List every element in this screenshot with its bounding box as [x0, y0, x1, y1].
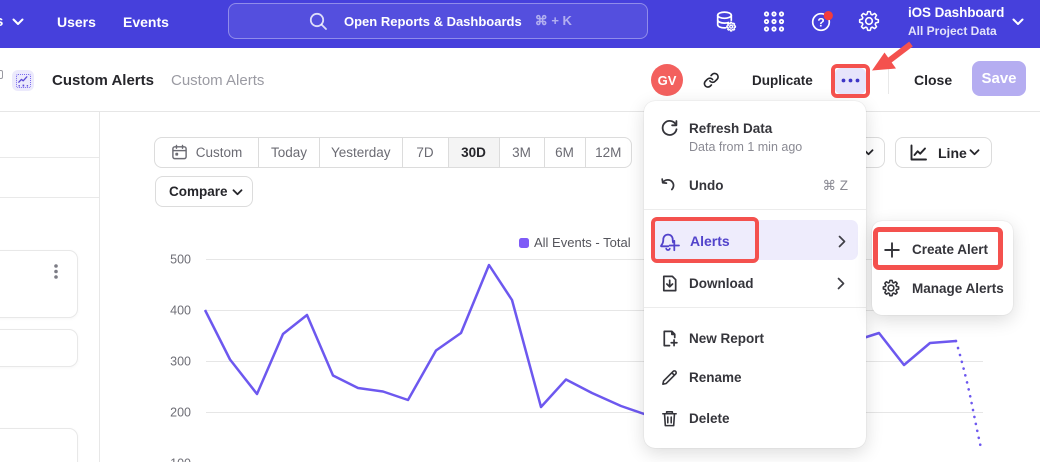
- svg-text:100: 100: [170, 457, 191, 462]
- svg-text:200: 200: [170, 406, 191, 420]
- svg-text:400: 400: [170, 304, 191, 318]
- svg-text:300: 300: [170, 355, 191, 369]
- svg-text:?: ?: [817, 16, 824, 30]
- svg-text:500: 500: [170, 253, 191, 267]
